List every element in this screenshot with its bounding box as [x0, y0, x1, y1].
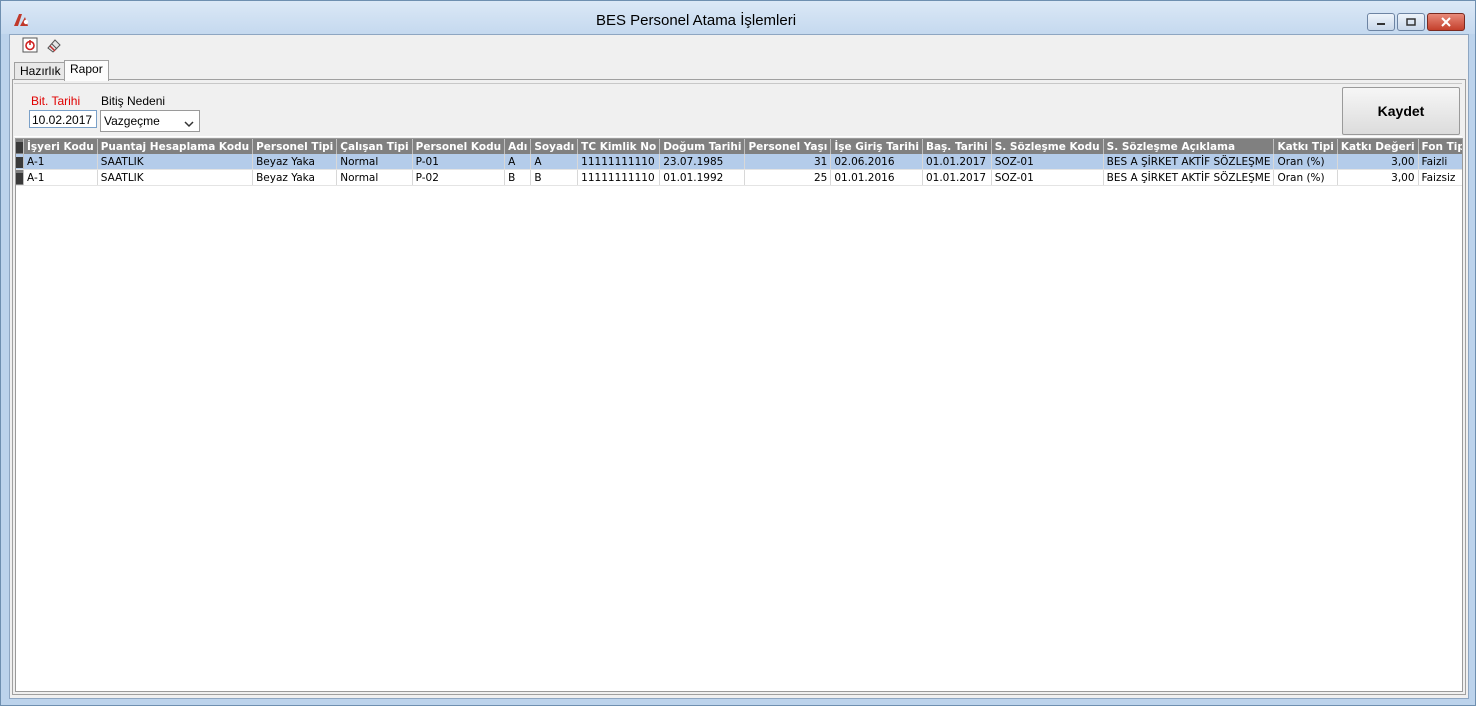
table-cell[interactable]: Beyaz Yaka — [252, 169, 338, 186]
table-cell[interactable]: SAATLIK — [97, 169, 254, 186]
title-bar[interactable]: BES Personel Atama İşlemleri — [1, 1, 1475, 34]
column-header[interactable]: Personel Yaşı — [744, 139, 832, 154]
table-cell[interactable]: 01.01.1992 — [659, 169, 746, 186]
column-header[interactable]: İşyeri Kodu — [23, 139, 98, 154]
minimize-icon — [1377, 23, 1385, 25]
table-cell[interactable]: Beyaz Yaka — [252, 154, 338, 170]
table-cell[interactable]: 01.01.2016 — [830, 169, 923, 186]
table-cell[interactable]: 11111111110 — [577, 154, 661, 170]
table-row[interactable]: A-1 SAATLIK Beyaz Yaka Normal P-01 A A 1… — [16, 154, 1462, 170]
maximize-icon — [1406, 18, 1416, 26]
column-header[interactable]: Personel Kodu — [412, 139, 506, 154]
table-cell[interactable]: A — [504, 154, 532, 170]
column-header[interactable]: S. Sözleşme Açıklama — [1103, 139, 1275, 154]
chevron-down-icon — [184, 115, 194, 135]
close-button[interactable] — [1427, 13, 1465, 31]
table-cell[interactable]: P-02 — [412, 169, 506, 186]
table-cell[interactable]: 3,00 — [1337, 169, 1419, 186]
table-cell[interactable]: Normal — [336, 154, 413, 170]
table-cell[interactable]: P-01 — [412, 154, 506, 170]
table-cell[interactable]: 01.01.2017 — [922, 154, 992, 170]
table-cell[interactable]: Oran (%) — [1273, 154, 1338, 170]
bit-tarihi-label: Bit. Tarihi — [31, 94, 81, 108]
power-icon[interactable] — [22, 37, 38, 53]
bitis-nedeni-select[interactable]: Vazgeçme — [100, 110, 200, 132]
maximize-button[interactable] — [1397, 13, 1425, 31]
column-header[interactable]: Adı — [504, 139, 532, 154]
tab-page-rapor: Bit. Tarihi Bitiş Nedeni 10.02.2017 Vazg… — [12, 79, 1466, 695]
table-cell[interactable]: SOZ-01 — [991, 154, 1104, 170]
column-header[interactable]: Katkı Değeri — [1337, 139, 1419, 154]
minimize-button[interactable] — [1367, 13, 1395, 31]
bitis-nedeni-label: Bitiş Nedeni — [101, 94, 166, 108]
row-indicator-header — [16, 139, 24, 154]
table-cell[interactable]: Normal — [336, 169, 413, 186]
column-header[interactable]: Fon Tipi — [1418, 139, 1462, 154]
table-cell[interactable]: 11111111110 — [577, 169, 661, 186]
table-cell[interactable]: 3,00 — [1337, 154, 1419, 170]
toolbar — [22, 37, 62, 53]
kaydet-button[interactable]: Kaydet — [1342, 87, 1460, 135]
data-grid[interactable]: İşyeri Kodu Puantaj Hesaplama Kodu Perso… — [15, 138, 1463, 692]
column-header[interactable]: Katkı Tipi — [1273, 139, 1338, 154]
table-cell[interactable]: A — [530, 154, 579, 170]
table-cell[interactable]: SAATLIK — [97, 154, 254, 170]
column-header[interactable]: S. Sözleşme Kodu — [991, 139, 1104, 154]
column-header[interactable]: İşe Giriş Tarihi — [830, 139, 923, 154]
column-header[interactable]: Doğum Tarihi — [659, 139, 746, 154]
bit-tarihi-field[interactable]: 10.02.2017 — [29, 110, 97, 128]
table-cell[interactable]: 23.07.1985 — [659, 154, 746, 170]
row-indicator[interactable] — [16, 169, 24, 186]
column-header[interactable]: Puantaj Hesaplama Kodu — [97, 139, 254, 154]
eraser-icon[interactable] — [46, 37, 62, 53]
table-cell[interactable]: B — [530, 169, 579, 186]
table-cell[interactable]: Faizli — [1418, 154, 1462, 170]
tab-rapor[interactable]: Rapor — [64, 60, 109, 81]
table-cell[interactable]: B — [504, 169, 532, 186]
table-cell[interactable]: 01.01.2017 — [922, 169, 992, 186]
table-cell[interactable]: BES A ŞİRKET AKTİF SÖZLEŞME — [1103, 154, 1275, 170]
table-cell[interactable]: 25 — [744, 169, 832, 186]
column-header[interactable]: Soyadı — [530, 139, 579, 154]
table-cell[interactable]: 02.06.2016 — [830, 154, 923, 170]
grid-header-row: İşyeri Kodu Puantaj Hesaplama Kodu Perso… — [16, 139, 1462, 154]
app-window: BES Personel Atama İşlemleri Hazırlık Ra… — [0, 0, 1476, 706]
table-cell[interactable]: A-1 — [23, 154, 98, 170]
table-cell[interactable]: 31 — [744, 154, 832, 170]
table-cell[interactable]: Oran (%) — [1273, 169, 1338, 186]
table-row[interactable]: A-1 SAATLIK Beyaz Yaka Normal P-02 B B 1… — [16, 169, 1462, 186]
table-cell[interactable]: A-1 — [23, 169, 98, 186]
window-title: BES Personel Atama İşlemleri — [595, 12, 797, 29]
column-header[interactable]: Çalışan Tipi — [336, 139, 413, 154]
row-indicator[interactable] — [16, 154, 24, 170]
filter-panel: Bit. Tarihi Bitiş Nedeni 10.02.2017 Vazg… — [14, 83, 1462, 137]
column-header[interactable]: TC Kimlik No — [577, 139, 661, 154]
table-cell[interactable]: SOZ-01 — [991, 169, 1104, 186]
tab-hazirlik[interactable]: Hazırlık — [14, 62, 67, 80]
column-header[interactable]: Baş. Tarihi — [922, 139, 992, 154]
bitis-nedeni-value: Vazgeçme — [104, 114, 160, 128]
client-area: Hazırlık Rapor Bit. Tarihi Bitiş Nedeni … — [9, 34, 1469, 699]
table-cell[interactable]: Faizsiz — [1418, 169, 1462, 186]
column-header[interactable]: Personel Tipi — [252, 139, 338, 154]
table-cell[interactable]: BES A ŞİRKET AKTİF SÖZLEŞME — [1103, 169, 1275, 186]
close-icon — [1441, 17, 1451, 27]
grid-table: İşyeri Kodu Puantaj Hesaplama Kodu Perso… — [16, 139, 1462, 186]
